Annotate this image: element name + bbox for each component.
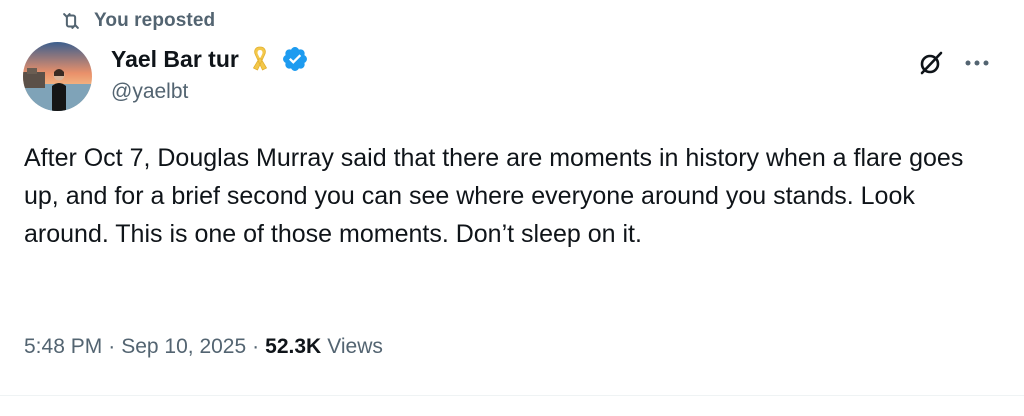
repost-indicator[interactable]: You reposted bbox=[60, 8, 215, 34]
meta-separator: · bbox=[252, 335, 260, 358]
grok-button[interactable] bbox=[914, 46, 948, 80]
author-display-name[interactable]: Yael Bar tur bbox=[111, 46, 239, 73]
grok-icon bbox=[917, 49, 945, 77]
yellow-ribbon-icon bbox=[247, 44, 273, 74]
repost-icon bbox=[60, 10, 82, 32]
tweet-date[interactable]: Sep 10, 2025 bbox=[121, 335, 246, 359]
verified-badge-icon[interactable] bbox=[281, 45, 309, 73]
avatar[interactable] bbox=[23, 42, 92, 111]
tweet-card: You reposted Yael Bar tur @yaelbt After … bbox=[0, 0, 1024, 416]
tweet-text: After Oct 7, Douglas Murray said that th… bbox=[24, 144, 971, 248]
meta-separator: · bbox=[108, 335, 116, 358]
tweet-meta: 5:48 PM · Sep 10, 2025 · 52.3K Views bbox=[24, 330, 383, 364]
views-count: 52.3K bbox=[265, 335, 322, 358]
more-options-button[interactable] bbox=[960, 46, 994, 80]
views-label: Views bbox=[327, 335, 383, 358]
author-handle[interactable]: @yaelbt bbox=[111, 80, 188, 104]
divider bbox=[0, 395, 1024, 396]
more-icon bbox=[964, 59, 990, 67]
author-name-row: Yael Bar tur bbox=[111, 42, 309, 76]
repost-label: You reposted bbox=[94, 10, 216, 31]
tweet-time[interactable]: 5:48 PM bbox=[24, 335, 102, 359]
